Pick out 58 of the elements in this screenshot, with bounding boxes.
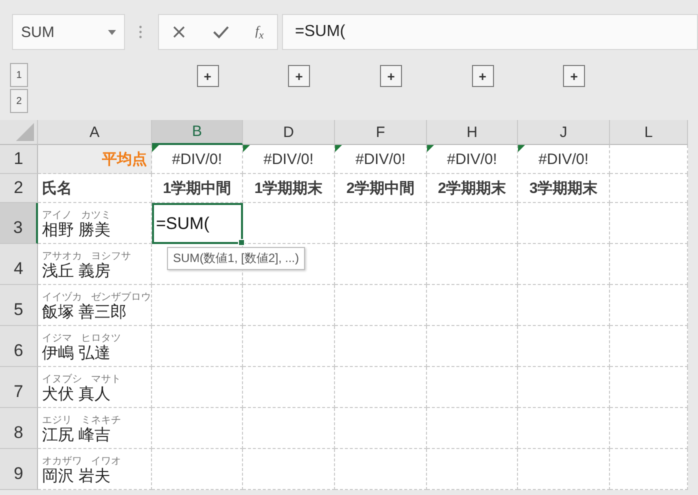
table-cell: #DIV/0! xyxy=(335,145,427,174)
student-name: 伊嶋 弘達 xyxy=(42,344,110,363)
furigana-text: アサオカ ヨシフサ xyxy=(42,250,131,262)
outline-level-button[interactable]: 2 xyxy=(10,89,28,113)
name-box[interactable]: SUM xyxy=(12,14,125,50)
row-header[interactable]: 7 xyxy=(0,367,38,408)
furigana-text: イイヅカ ゼンザブロウ xyxy=(42,292,151,303)
grip-icon xyxy=(139,25,142,39)
table-cell: #DIV/0! xyxy=(243,145,335,174)
table-cell: 3学期期末 xyxy=(518,174,610,203)
table-cell: 2学期期末 xyxy=(427,174,518,203)
table-cell: 氏名 xyxy=(38,174,152,203)
cancel-icon[interactable] xyxy=(172,25,186,39)
student-name: 犬伏 真人 xyxy=(42,384,110,404)
expand-group-button[interactable]: + xyxy=(380,65,402,87)
expand-group-button[interactable]: + xyxy=(472,65,494,87)
expand-group-button[interactable]: + xyxy=(196,65,218,87)
row-header[interactable]: 3 xyxy=(0,203,38,244)
row-header[interactable]: 6 xyxy=(0,326,38,367)
furigana-text: オカザワ イワオ xyxy=(42,456,121,467)
table-cell: #DIV/0! xyxy=(152,145,243,174)
check-icon[interactable] xyxy=(212,25,229,39)
fill-handle[interactable] xyxy=(238,239,245,246)
student-name: 江尻 峰吉 xyxy=(42,426,110,445)
insert-function-button[interactable]: f$_{x}$ xyxy=(255,22,264,42)
caret-icon xyxy=(108,30,116,34)
column-header[interactable]: L xyxy=(610,120,688,145)
table-cell: #DIV/0! xyxy=(427,145,518,174)
table-cell: 1学期中間 xyxy=(152,174,243,203)
table-cell: #DIV/0! xyxy=(518,145,610,174)
column-header[interactable]: J xyxy=(518,120,610,145)
column-header[interactable]: H xyxy=(427,120,518,145)
column-header[interactable]: F xyxy=(335,120,427,145)
student-name: 相野 勝美 xyxy=(42,220,110,240)
table-cell: 2学期中間 xyxy=(335,174,427,203)
student-name: 飯塚 善三郎 xyxy=(42,302,126,322)
row-header[interactable]: 8 xyxy=(0,408,38,449)
row-header[interactable]: 2 xyxy=(0,174,38,203)
furigana-text: イジマ ヒロタツ xyxy=(42,332,121,344)
furigana-text: アイノ カツミ xyxy=(42,210,111,221)
column-header[interactable]: B xyxy=(152,120,243,145)
row-header[interactable]: 9 xyxy=(0,449,38,490)
row-header[interactable]: 4 xyxy=(0,244,38,285)
function-tooltip: SUM(数値1, [数値2], ...) xyxy=(167,247,306,270)
table-cell: 平均点 xyxy=(38,145,152,174)
column-header[interactable]: A xyxy=(38,120,152,145)
furigana-text: イヌブシ マサト xyxy=(42,374,121,385)
outline-level-button[interactable]: 1 xyxy=(10,63,28,87)
expand-group-button[interactable]: + xyxy=(288,65,310,87)
column-header[interactable]: D xyxy=(243,120,335,145)
expand-group-button[interactable]: + xyxy=(563,65,585,87)
formula-bar[interactable]: =SUM( xyxy=(282,14,698,50)
table-cell: 1学期期末 xyxy=(243,174,335,203)
row-header[interactable]: 1 xyxy=(0,145,38,174)
student-name: 岡沢 岩夫 xyxy=(42,466,110,486)
student-name: 浅丘 義房 xyxy=(42,262,110,281)
furigana-text: エジリ ミネキチ xyxy=(42,414,121,426)
row-header[interactable]: 5 xyxy=(0,285,38,326)
